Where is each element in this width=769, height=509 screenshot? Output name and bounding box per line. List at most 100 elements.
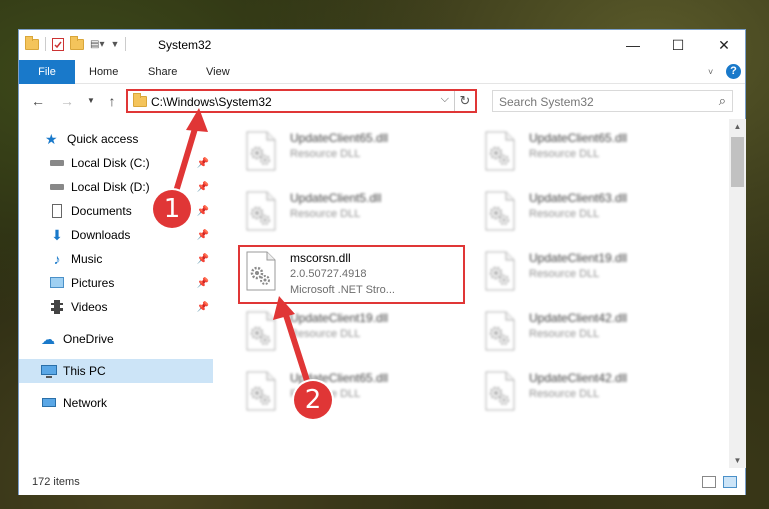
divider xyxy=(45,37,46,51)
sidebar-item-videos[interactable]: Videos 📌 xyxy=(19,295,213,319)
tab-share[interactable]: Share xyxy=(148,60,177,84)
file-name: UpdateClient19.dll xyxy=(529,251,628,265)
computer-icon xyxy=(41,363,57,379)
pin-icon[interactable]: 📌 xyxy=(197,278,209,289)
tab-home[interactable]: Home xyxy=(89,60,118,84)
address-row: ← → ▼ ↑ C:\Windows\System32 ⌵ ↻ Search S… xyxy=(19,85,745,119)
tab-file[interactable]: File xyxy=(19,60,75,84)
file-description: Resource DLL xyxy=(529,208,600,220)
title-bar: ▤▾ ▼ System32 — ☐ ✕ xyxy=(19,30,745,60)
file-name: UpdateClient42.dll xyxy=(529,371,628,385)
step-badge-2: 2 xyxy=(294,381,332,419)
status-bar: 172 items xyxy=(19,468,745,495)
vertical-scrollbar[interactable]: ▲ ▼ xyxy=(729,119,746,468)
cloud-icon: ☁ xyxy=(41,331,55,347)
search-icon[interactable]: ⌕ xyxy=(719,93,726,109)
file-name: UpdateClient19.dll xyxy=(290,311,389,325)
dll-file-icon xyxy=(483,131,517,171)
tiles-view-icon[interactable] xyxy=(723,476,737,488)
sidebar-item-music[interactable]: ♪ Music 📌 xyxy=(19,247,213,271)
chevron-down-icon[interactable]: ▼ xyxy=(110,39,119,49)
sidebar-item-pictures[interactable]: Pictures 📌 xyxy=(19,271,213,295)
dll-file-icon xyxy=(244,131,278,171)
dll-file-icon xyxy=(244,371,278,411)
forward-arrow-icon[interactable]: → xyxy=(57,93,77,109)
minimize-button[interactable]: — xyxy=(610,30,656,60)
details-view-icon[interactable] xyxy=(702,476,716,488)
sidebar-item-this-pc[interactable]: This PC xyxy=(19,359,213,383)
close-button[interactable]: ✕ xyxy=(701,30,747,60)
scroll-thumb[interactable] xyxy=(731,137,744,187)
drive-icon xyxy=(49,155,65,171)
refresh-icon[interactable]: ↻ xyxy=(454,91,475,111)
window-title: System32 xyxy=(158,38,212,52)
sidebar-item-onedrive[interactable]: ☁ OneDrive xyxy=(19,327,213,351)
file-tile[interactable]: UpdateClient19.dll Resource DLL xyxy=(238,305,458,365)
sidebar-item-quick-access[interactable]: ★ Quick access xyxy=(19,127,213,151)
sidebar-item-label: OneDrive xyxy=(63,332,114,346)
divider xyxy=(125,37,127,51)
videos-icon xyxy=(49,299,65,315)
file-description: Resource DLL xyxy=(529,268,600,280)
sidebar-item-downloads[interactable]: ⬇ Downloads 📌 xyxy=(19,223,213,247)
quick-access-toolbar: ▤▾ ▼ xyxy=(25,35,132,51)
pin-icon[interactable]: 📌 xyxy=(197,254,209,265)
file-tile[interactable]: UpdateClient5.dll Resource DLL xyxy=(238,185,458,245)
sidebar-item-label: Downloads xyxy=(71,228,131,242)
music-icon: ♪ xyxy=(53,251,61,267)
file-tile[interactable]: UpdateClient63.dll Resource DLL xyxy=(477,185,697,245)
pin-icon[interactable]: 📌 xyxy=(197,302,209,313)
chevron-down-icon[interactable]: ˅ xyxy=(708,60,713,84)
address-path[interactable]: C:\Windows\System32 xyxy=(151,95,272,109)
maximize-button[interactable]: ☐ xyxy=(655,30,701,60)
network-icon xyxy=(41,395,57,411)
customize-toolbar-icon[interactable]: ▤▾ xyxy=(90,39,104,50)
documents-icon xyxy=(49,203,65,219)
help-icon[interactable]: ? xyxy=(726,64,741,79)
scroll-up-icon[interactable]: ▲ xyxy=(729,122,746,131)
search-placeholder: Search System32 xyxy=(499,95,594,109)
pin-icon[interactable]: 📌 xyxy=(197,230,209,241)
sidebar-item-label: Pictures xyxy=(71,276,115,290)
file-name: UpdateClient5.dll xyxy=(290,191,382,205)
file-tile[interactable]: UpdateClient65.dll Resource DLL xyxy=(477,125,697,185)
file-description: Resource DLL xyxy=(529,328,600,340)
folder-icon xyxy=(133,93,147,107)
up-arrow-icon[interactable]: ↑ xyxy=(102,93,122,109)
file-name: UpdateClient65.dll xyxy=(290,131,389,145)
dll-file-icon xyxy=(244,191,278,231)
pin-icon[interactable]: 📌 xyxy=(197,206,209,217)
chevron-down-icon[interactable]: ⌵ xyxy=(441,93,449,106)
recent-locations-icon[interactable]: ▼ xyxy=(81,96,101,105)
search-input[interactable]: Search System32 ⌕ xyxy=(492,90,733,112)
file-tile[interactable]: UpdateClient42.dll Resource DLL xyxy=(477,365,697,425)
item-count: 172 items xyxy=(32,476,80,488)
scroll-down-icon[interactable]: ▼ xyxy=(729,456,746,465)
back-arrow-icon[interactable]: ← xyxy=(28,93,48,109)
tab-view[interactable]: View xyxy=(206,60,230,84)
file-tile[interactable]: UpdateClient42.dll Resource DLL xyxy=(477,305,697,365)
pin-icon[interactable]: 📌 xyxy=(197,158,209,169)
step-badge-1: 1 xyxy=(153,190,191,228)
drive-icon xyxy=(49,179,65,195)
pin-icon[interactable]: 📌 xyxy=(197,182,209,193)
folder-icon xyxy=(25,35,39,50)
dll-file-icon xyxy=(244,311,278,351)
file-tile[interactable]: UpdateClient65.dll Resource DLL xyxy=(238,365,458,425)
dll-file-icon xyxy=(483,251,517,291)
file-description: Resource DLL xyxy=(290,148,361,160)
dll-file-icon xyxy=(483,311,517,351)
download-icon: ⬇ xyxy=(51,227,63,243)
properties-icon[interactable] xyxy=(52,37,64,51)
address-bar[interactable]: C:\Windows\System32 ⌵ ↻ xyxy=(126,89,477,113)
sidebar-item-label: Local Disk (D:) xyxy=(71,180,150,194)
sidebar-item-network[interactable]: Network xyxy=(19,391,213,415)
file-tile[interactable]: UpdateClient19.dll Resource DLL xyxy=(477,245,697,305)
file-description: Resource DLL xyxy=(529,388,600,400)
sidebar-item-local-disk-c[interactable]: Local Disk (C:) 📌 xyxy=(19,151,213,175)
file-tile[interactable]: UpdateClient65.dll Resource DLL xyxy=(238,125,458,185)
file-name: UpdateClient63.dll xyxy=(529,191,628,205)
sidebar-item-label: Documents xyxy=(71,204,132,218)
new-folder-icon[interactable] xyxy=(70,35,84,50)
star-icon: ★ xyxy=(45,131,58,147)
